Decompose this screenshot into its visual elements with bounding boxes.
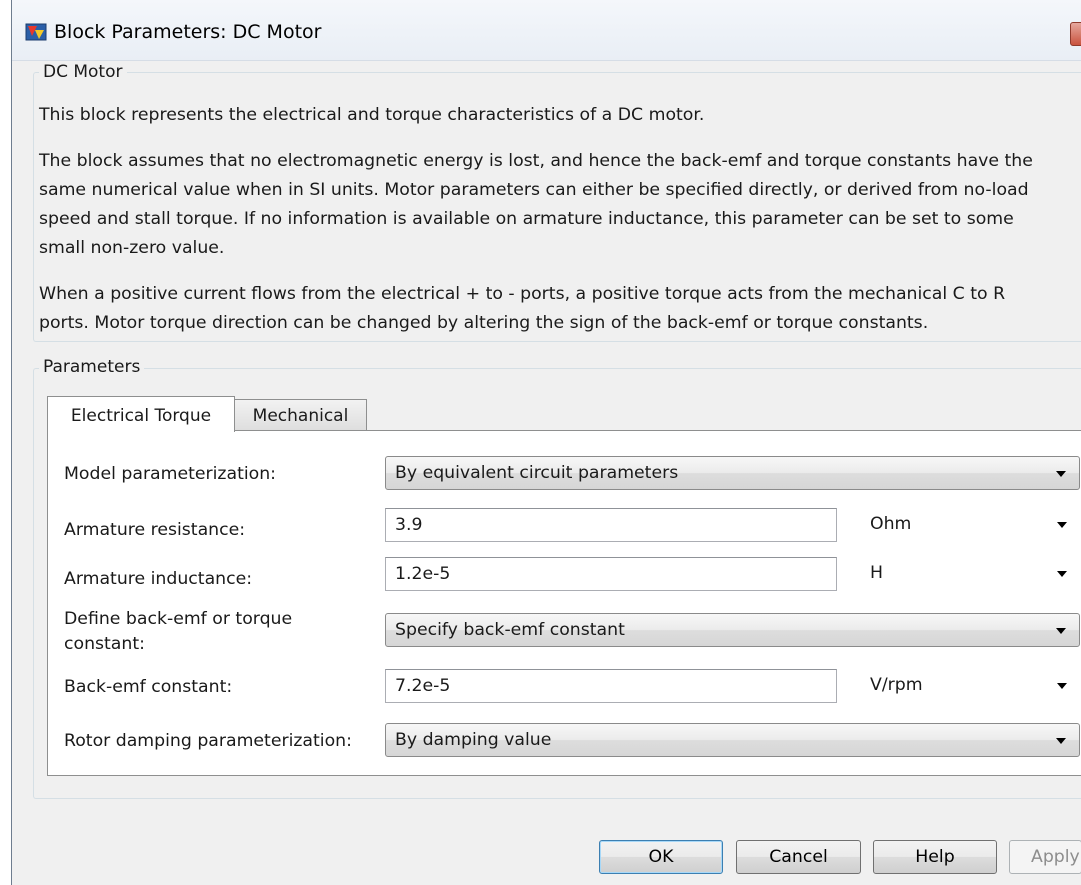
parameters-group-legend: Parameters bbox=[39, 357, 145, 377]
help-button[interactable]: Help bbox=[873, 840, 997, 874]
ok-button[interactable]: OK bbox=[599, 840, 723, 874]
description-line: When a positive current flows from the e… bbox=[39, 284, 1006, 304]
dialog-window: Block Parameters: DC Motor DC Motor This… bbox=[11, 0, 1081, 885]
armature-resistance-unit-select[interactable]: Ohm bbox=[861, 508, 1080, 542]
chevron-down-icon[interactable] bbox=[1056, 628, 1066, 634]
armature-resistance-unit: Ohm bbox=[870, 514, 912, 534]
simulink-block-icon bbox=[25, 23, 47, 41]
chevron-down-icon[interactable] bbox=[1057, 571, 1067, 577]
define-constant-label-line2: constant: bbox=[64, 634, 145, 654]
back-emf-constant-value: 7.2e-5 bbox=[395, 676, 451, 696]
armature-inductance-field[interactable]: 1.2e-5 bbox=[385, 557, 837, 591]
title-bar[interactable]: Block Parameters: DC Motor bbox=[12, 0, 1081, 61]
tab-electrical-torque[interactable]: Electrical Torque bbox=[47, 396, 235, 432]
description-line: The block assumes that no electromagneti… bbox=[39, 151, 1033, 171]
chevron-down-icon[interactable] bbox=[1056, 738, 1066, 744]
chevron-down-icon[interactable] bbox=[1057, 683, 1067, 689]
rotor-damping-value: By damping value bbox=[395, 730, 552, 750]
block-group-legend: DC Motor bbox=[39, 62, 127, 82]
description-line: same numerical value when in SI units. M… bbox=[39, 180, 1029, 200]
description-line: This block represents the electrical and… bbox=[39, 105, 705, 125]
close-button[interactable] bbox=[1070, 22, 1081, 46]
model-parameterization-label: Model parameterization: bbox=[64, 464, 276, 484]
description-line: ports. Motor torque direction can be cha… bbox=[39, 313, 929, 333]
armature-inductance-unit-select[interactable]: H bbox=[861, 557, 1080, 591]
armature-resistance-value: 3.9 bbox=[395, 515, 423, 535]
back-emf-constant-label: Back-emf constant: bbox=[64, 677, 233, 697]
back-emf-constant-unit-select[interactable]: V/rpm bbox=[861, 669, 1080, 703]
define-constant-value: Specify back-emf constant bbox=[395, 620, 625, 640]
armature-inductance-unit: H bbox=[870, 563, 883, 583]
define-constant-select[interactable]: Specify back-emf constant bbox=[385, 613, 1080, 647]
back-emf-constant-field[interactable]: 7.2e-5 bbox=[385, 669, 837, 703]
tab-label: Electrical Torque bbox=[70, 406, 212, 426]
tab-mechanical[interactable]: Mechanical bbox=[234, 399, 367, 431]
rotor-damping-select[interactable]: By damping value bbox=[385, 723, 1080, 757]
description-line: speed and stall torque. If no informatio… bbox=[39, 209, 1014, 229]
chevron-down-icon[interactable] bbox=[1057, 522, 1067, 528]
apply-button[interactable]: Apply bbox=[1009, 840, 1081, 874]
armature-resistance-field[interactable]: 3.9 bbox=[385, 508, 837, 542]
armature-inductance-label: Armature inductance: bbox=[64, 569, 253, 589]
tab-label: Mechanical bbox=[252, 406, 349, 426]
define-constant-label-line1: Define back-emf or torque bbox=[64, 609, 293, 629]
back-emf-constant-unit: V/rpm bbox=[870, 675, 923, 695]
description-line: small non-zero value. bbox=[39, 238, 225, 258]
armature-resistance-label: Armature resistance: bbox=[64, 520, 246, 540]
armature-inductance-value: 1.2e-5 bbox=[395, 564, 451, 584]
model-parameterization-select[interactable]: By equivalent circuit parameters bbox=[385, 456, 1080, 490]
model-parameterization-value: By equivalent circuit parameters bbox=[395, 463, 679, 483]
chevron-down-icon[interactable] bbox=[1056, 471, 1066, 477]
window-title: Block Parameters: DC Motor bbox=[54, 21, 322, 43]
rotor-damping-label: Rotor damping parameterization: bbox=[64, 731, 352, 751]
cancel-button[interactable]: Cancel bbox=[736, 840, 861, 874]
